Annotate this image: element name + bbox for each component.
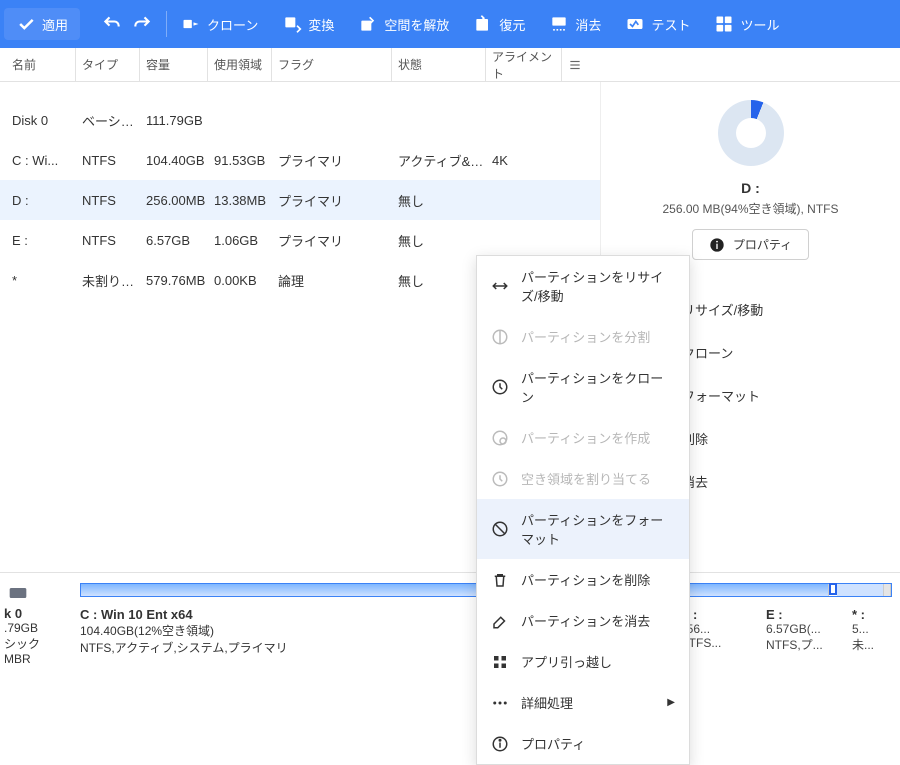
ctx-clone[interactable]: パーティションをクローン xyxy=(477,357,689,417)
ctx-properties[interactable]: プロパティ xyxy=(477,723,689,764)
redo-icon[interactable] xyxy=(132,14,152,34)
usage-pie-chart xyxy=(718,100,784,166)
delete-icon xyxy=(491,571,509,589)
tools-button[interactable]: ツール xyxy=(714,14,779,34)
side-subtitle: 256.00 MB(94%空き領域), NTFS xyxy=(615,200,886,217)
table-row[interactable]: E : NTFS 6.57GB 1.06GB プライマリ 無し xyxy=(0,220,600,260)
free-space-icon xyxy=(358,14,378,34)
ctx-allocate: 空き領域を割り当てる xyxy=(477,458,689,499)
ctx-split: パーティションを分割 xyxy=(477,316,689,357)
separator xyxy=(166,11,167,37)
ctx-resize[interactable]: パーティションをリサイズ/移動 xyxy=(477,256,689,316)
ctx-format[interactable]: パーティションをフォーマット xyxy=(477,499,689,559)
partition-info-unallocated[interactable]: * : 5... 未... xyxy=(852,607,892,656)
split-icon xyxy=(491,328,509,346)
undo-icon[interactable] xyxy=(102,14,122,34)
allocate-icon xyxy=(491,470,509,488)
bar-segment-d-selected[interactable] xyxy=(829,583,837,595)
info-icon xyxy=(709,237,725,253)
clone-icon xyxy=(491,378,509,396)
create-icon xyxy=(491,429,509,447)
col-used[interactable]: 使用領域 xyxy=(208,48,272,81)
check-icon xyxy=(16,14,36,34)
restore-icon xyxy=(473,14,493,34)
migrate-icon xyxy=(491,653,509,671)
partition-info-e[interactable]: E : 6.57GB(... NTFS,プ... xyxy=(766,607,830,656)
table-row-selected[interactable]: D : NTFS 256.00MB 13.38MB プライマリ 無し xyxy=(0,180,600,220)
column-headers: 名前 タイプ 容量 使用領域 フラグ 状態 アライメント xyxy=(0,48,900,82)
erase-icon xyxy=(491,612,509,630)
ctx-migrate[interactable]: アプリ引っ越し xyxy=(477,641,689,682)
disk-map: k 0 .79GB シック MBR C : Win 10 Ent x64 104… xyxy=(0,572,900,675)
more-icon xyxy=(491,694,509,712)
partition-table: Disk 0 ベーシック... 111.79GB C : Wi... NTFS … xyxy=(0,82,600,572)
test-button[interactable]: テスト xyxy=(625,14,690,34)
ctx-erase[interactable]: パーティションを消去 xyxy=(477,600,689,641)
submenu-arrow-icon: ▶ xyxy=(667,697,675,708)
col-state[interactable]: 状態 xyxy=(392,48,486,81)
col-settings[interactable] xyxy=(562,48,596,81)
ctx-create: パーティションを作成 xyxy=(477,417,689,458)
side-title: D : xyxy=(615,180,886,196)
ctx-delete[interactable]: パーティションを削除 xyxy=(477,559,689,600)
main-toolbar: 適用 クローン 変換 空間を解放 復元 消去 テスト ツール xyxy=(0,0,900,48)
col-alignment[interactable]: アライメント xyxy=(486,48,562,81)
disk-icon xyxy=(4,583,32,603)
disk-info[interactable]: k 0 .79GB シック MBR xyxy=(0,583,64,675)
format-icon xyxy=(491,520,509,538)
col-capacity[interactable]: 容量 xyxy=(140,48,208,81)
tools-icon xyxy=(714,14,734,34)
columns-gear-icon xyxy=(568,58,582,72)
clone-button[interactable]: クローン xyxy=(181,14,258,34)
col-name[interactable]: 名前 xyxy=(6,48,76,81)
bar-segment-e[interactable] xyxy=(837,584,885,596)
restore-button[interactable]: 復元 xyxy=(473,14,525,34)
info-icon xyxy=(491,735,509,753)
properties-button[interactable]: プロパティ xyxy=(692,229,809,260)
apply-button[interactable]: 適用 xyxy=(4,8,80,40)
erase-button[interactable]: 消去 xyxy=(549,14,601,34)
table-row[interactable]: C : Wi... NTFS 104.40GB 91.53GB プライマリ アク… xyxy=(0,140,600,180)
col-flag[interactable]: フラグ xyxy=(272,48,392,81)
convert-button[interactable]: 変換 xyxy=(282,14,334,34)
ctx-advanced[interactable]: 詳細処理 ▶ xyxy=(477,682,689,723)
table-row[interactable]: Disk 0 ベーシック... 111.79GB xyxy=(0,100,600,140)
resize-icon xyxy=(491,277,509,295)
bar-segment-unallocated[interactable] xyxy=(884,584,891,596)
bar-segment-c[interactable] xyxy=(81,584,829,596)
convert-icon xyxy=(282,14,302,34)
test-icon xyxy=(625,14,645,34)
clone-icon xyxy=(181,14,201,34)
erase-icon xyxy=(549,14,569,34)
col-type[interactable]: タイプ xyxy=(76,48,140,81)
apply-label: 適用 xyxy=(42,15,68,34)
context-menu: パーティションをリサイズ/移動 パーティションを分割 パーティションをクローン … xyxy=(476,255,690,765)
free-space-button[interactable]: 空間を解放 xyxy=(358,14,449,34)
